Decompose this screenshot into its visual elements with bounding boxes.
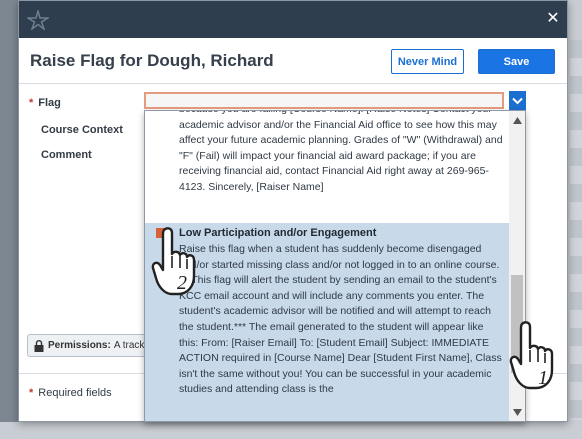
never-mind-button[interactable]: Never Mind <box>391 49 464 74</box>
step-2-label: 2 <box>177 272 187 294</box>
modal-topbar: ✕ <box>19 1 567 38</box>
background-page-bottom <box>0 422 582 439</box>
flag-label: * Flag <box>29 97 61 109</box>
required-marker: * <box>29 97 34 109</box>
list-item-previous-option[interactable]: because you are failing [Course Name]. [… <box>145 111 509 196</box>
permissions-value: A tracki <box>113 340 147 351</box>
page-title: Raise Flag for Dough, Richard <box>30 51 274 70</box>
save-button[interactable]: Save <box>478 49 555 74</box>
flag-select[interactable] <box>144 92 504 109</box>
scroll-up-icon[interactable] <box>513 117 522 124</box>
step-1-label: 1 <box>538 367 548 389</box>
flag-select-toggle[interactable] <box>509 91 526 110</box>
pointer-hand-icon: 1 <box>509 321 554 390</box>
course-context-label: Course Context <box>41 124 123 136</box>
required-fields-note: * Required fields <box>29 387 112 399</box>
chevron-down-icon <box>512 97 523 104</box>
flag-label-text: Flag <box>38 97 61 109</box>
required-fields-text: Required fields <box>38 387 112 399</box>
close-icon[interactable]: ✕ <box>545 11 561 27</box>
modal-header: Raise Flag for Dough, Richard Never Mind… <box>19 38 567 84</box>
scroll-down-icon[interactable] <box>513 409 522 416</box>
required-marker-footer: * <box>29 387 34 399</box>
background-page-stripe <box>570 40 582 420</box>
lock-icon <box>34 339 44 352</box>
previous-option-text: because you are failing [Course Name]. [… <box>179 111 503 193</box>
pointer-hand-icon: 2 <box>151 227 196 296</box>
permissions-label: Permissions: <box>48 340 111 351</box>
logo-icon <box>27 10 49 30</box>
comment-label: Comment <box>41 149 92 161</box>
option-description: Raise this flag when a student has sudde… <box>179 243 502 396</box>
